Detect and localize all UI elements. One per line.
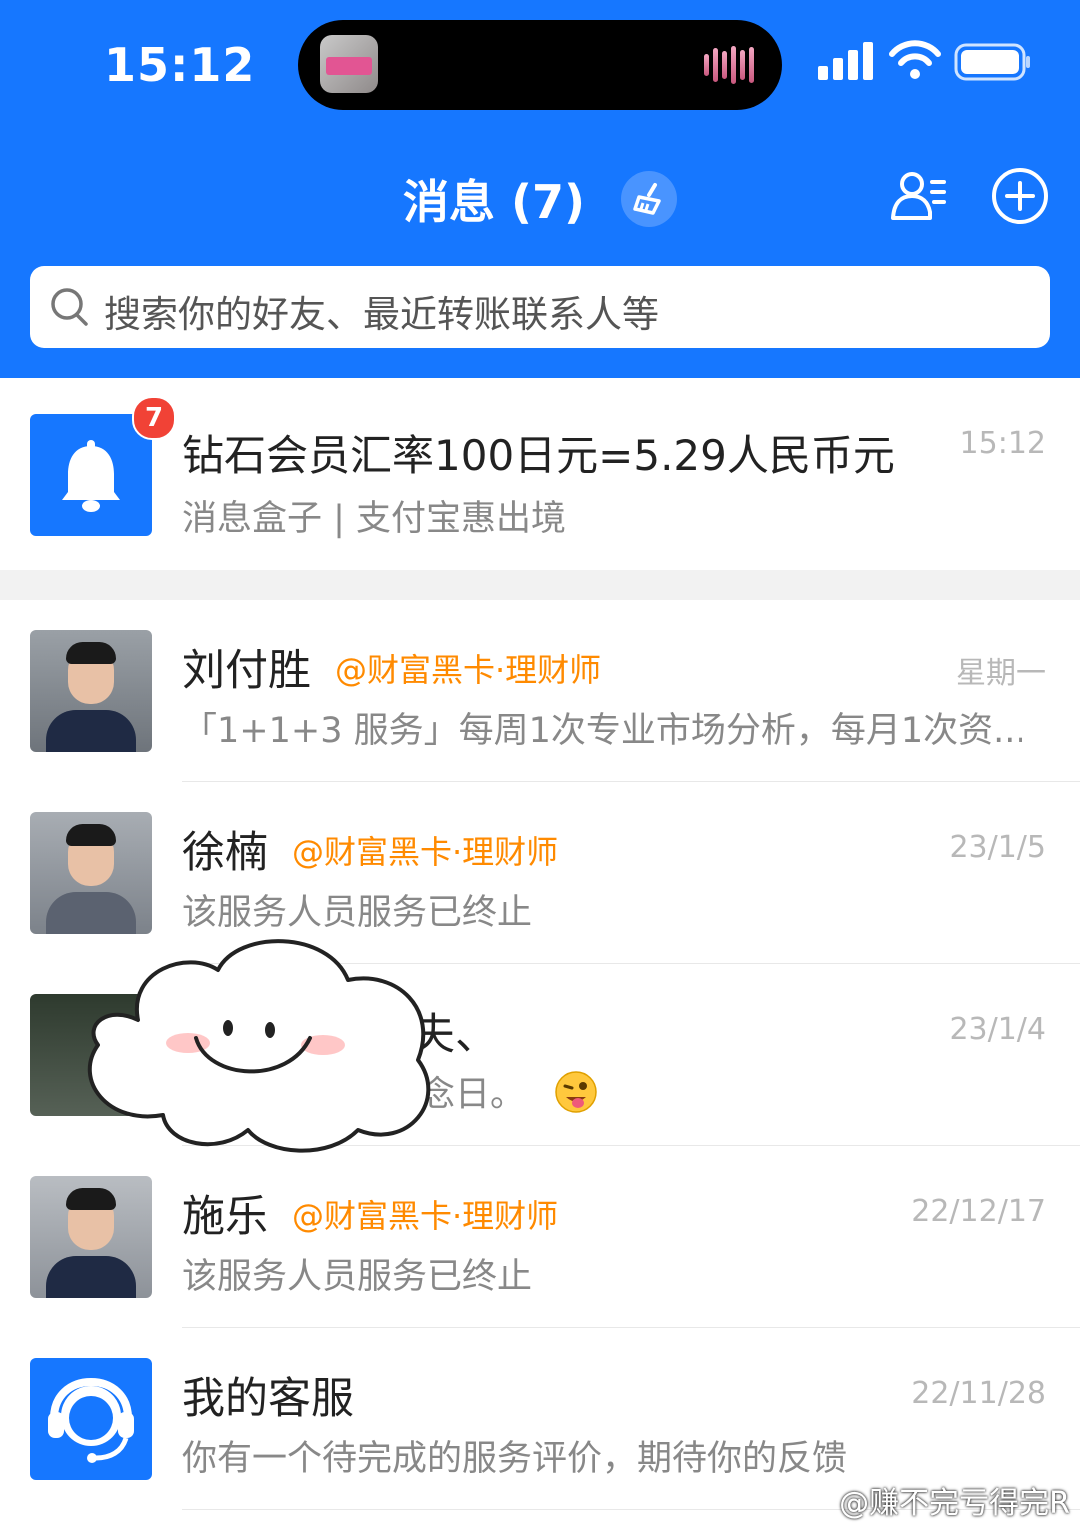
message-box-title: 钻石会员汇率100日元=5.29人民币元 bbox=[182, 431, 895, 480]
dynamic-island bbox=[298, 20, 782, 110]
search-placeholder: 搜索你的好友、最近转账联系人等 bbox=[104, 293, 659, 336]
contact-tag: @财富黑卡·理财师 bbox=[292, 1197, 559, 1235]
now-playing-thumbnail bbox=[320, 35, 378, 93]
unread-badge: 7 bbox=[132, 396, 176, 440]
conversation-row[interactable]: 施乐 @财富黑卡·理财师 该服务人员服务已终止 22/12/17 bbox=[0, 1146, 1080, 1328]
avatar bbox=[30, 630, 152, 752]
message-time: 星期一 bbox=[956, 656, 1046, 691]
bell-avatar bbox=[30, 414, 152, 536]
message-time: 22/12/17 bbox=[911, 1194, 1046, 1229]
status-time: 15:12 bbox=[104, 38, 256, 92]
contact-tag: @财富黑卡·理财师 bbox=[292, 833, 559, 871]
message-box-subtitle: 消息盒子 | 支付宝惠出境 bbox=[182, 499, 567, 539]
app-header: 15:12 消息 (7) 搜索你的好友、最近转账联系人等 bbox=[0, 0, 1080, 378]
audio-wave-icon bbox=[704, 46, 758, 84]
message-time: 23/1/4 bbox=[949, 1012, 1046, 1047]
search-input[interactable]: 搜索你的好友、最近转账联系人等 bbox=[30, 266, 1050, 348]
message-preview: 你有一个待完成的服务评价，期待你的反馈 bbox=[182, 1439, 848, 1479]
watermark: @赚不完亏得完R bbox=[839, 1486, 1070, 1521]
bell-icon bbox=[62, 440, 120, 512]
signal-wifi-battery-icon bbox=[818, 40, 1030, 81]
contact-name-text: 刘付胜 bbox=[182, 646, 311, 696]
contact-name: 施乐 @财富黑卡·理财师 bbox=[182, 1182, 558, 1244]
wink-tongue-emoji-icon bbox=[554, 1070, 598, 1123]
message-preview: 该服务人员服务已终止 bbox=[182, 1257, 533, 1297]
message-box-time: 15:12 bbox=[959, 426, 1046, 461]
customer-service-avatar bbox=[30, 1358, 152, 1480]
cloud-sticker bbox=[87, 939, 431, 1153]
message-preview: 「1+1+3 服务」每周1次专业市场分析，每月1次资... bbox=[182, 711, 1022, 751]
contact-name: 徐楠 @财富黑卡·理财师 bbox=[182, 818, 558, 880]
contact-name-text: 徐楠 bbox=[182, 828, 268, 878]
avatar bbox=[30, 1176, 152, 1298]
conversation-row[interactable]: 刘付胜 @财富黑卡·理财师 「1+1+3 服务」每周1次专业市场分析，每月1次资.… bbox=[0, 600, 1080, 782]
search-icon bbox=[51, 288, 88, 326]
broom-icon bbox=[633, 183, 661, 215]
headset-icon bbox=[48, 1377, 134, 1463]
status-icons bbox=[818, 40, 1032, 88]
message-preview: 念日。 bbox=[420, 1066, 598, 1123]
contacts-button[interactable] bbox=[888, 166, 948, 230]
message-time: 23/1/5 bbox=[949, 830, 1046, 865]
contact-tag: @财富黑卡·理财师 bbox=[335, 651, 602, 689]
avatar bbox=[30, 812, 152, 934]
section-divider bbox=[0, 570, 1080, 600]
message-time: 22/11/28 bbox=[911, 1376, 1046, 1411]
contacts-icon bbox=[891, 172, 946, 220]
contact-name-text: 施乐 bbox=[182, 1192, 268, 1242]
contact-name: 刘付胜 @财富黑卡·理财师 bbox=[182, 636, 601, 698]
clear-unread-button[interactable] bbox=[621, 171, 678, 227]
message-preview: 该服务人员服务已终止 bbox=[182, 893, 533, 933]
add-button[interactable] bbox=[990, 166, 1050, 230]
contact-name: 我的客服 bbox=[182, 1374, 354, 1424]
page-title: 消息 (7) bbox=[402, 175, 586, 229]
plus-circle-icon bbox=[992, 168, 1048, 224]
